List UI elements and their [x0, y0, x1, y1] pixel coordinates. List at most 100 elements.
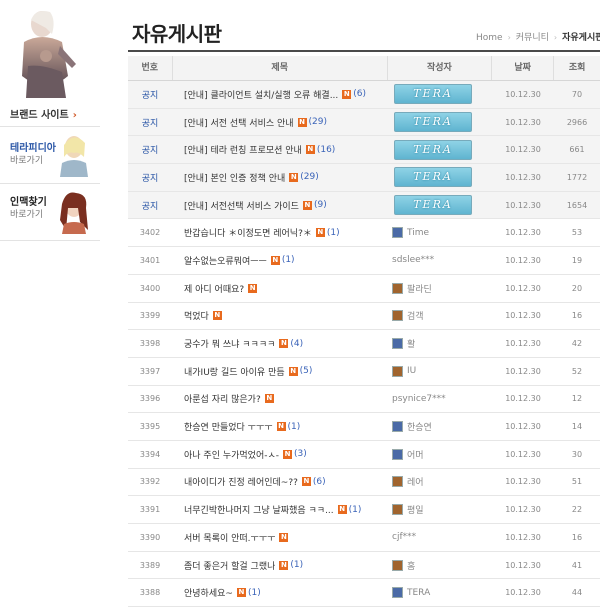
author-name[interactable]: cjf*** [392, 532, 416, 542]
post-author[interactable]: psynice7*** [388, 394, 492, 404]
post-title-link[interactable]: [안내] 클라이언트 설치/실행 오류 해결... [184, 88, 338, 101]
table-row[interactable]: 3391 너무긴박한나머지 그냥 날짜했음 ㅋㅋ... N (1) 평일 10.12.30… [128, 496, 600, 524]
author-name[interactable]: Time [407, 228, 429, 238]
post-title-link[interactable]: 궁수가 뭐 쓰냐 ㅋㅋㅋㅋ [184, 337, 275, 350]
post-title-cell[interactable]: 내가IU랑 길드 아이유 만듬 N (5) [172, 365, 388, 378]
post-title-cell[interactable]: [안내] 클라이언트 설치/실행 오류 해결... N (6) [172, 88, 388, 101]
post-title-cell[interactable]: 좀더 좋은거 할걸 그랬나 N (1) [172, 559, 388, 572]
post-author[interactable]: IU [388, 365, 492, 377]
post-title-cell[interactable]: 궁수가 뭐 쓰냐 ㅋㅋㅋㅋ N (4) [172, 337, 388, 351]
table-row[interactable]: 3397 내가IU랑 길드 아이유 만듬 N (5) IU 10.12.30 52 [128, 358, 600, 386]
comment-count[interactable]: (29) [300, 172, 318, 182]
author-name[interactable]: 어머 [407, 448, 424, 461]
post-author[interactable]: Time [388, 227, 492, 239]
post-title-link[interactable]: 제 아디 어때요? [184, 282, 244, 295]
post-title-cell[interactable]: 알수없는오류뭐여ㅡㅡ N (1) [172, 254, 388, 267]
post-title-link[interactable]: 서버 목록이 안떠.ㅜㅜㅜ [184, 531, 275, 544]
author-name[interactable]: 한승연 [407, 420, 432, 433]
post-author[interactable]: 레어 [388, 475, 492, 488]
post-title-link[interactable]: 안녕하세요~ [184, 586, 233, 599]
post-title-link[interactable]: 내가IU랑 길드 아이유 만듬 [184, 365, 285, 378]
table-row[interactable]: 3392 내아이디가 진정 레어인데~?? N (6) 레어 10.12.30 51 [128, 469, 600, 497]
comment-count[interactable]: (6) [353, 89, 366, 99]
post-title-link[interactable]: 아나 주인 누가먹었어-ㅅ- [184, 448, 279, 461]
inmaek-box[interactable]: 인맥찾기 바로가기 [0, 184, 100, 241]
breadcrumb-community[interactable]: 커뮤니티 [516, 33, 549, 43]
post-title-cell[interactable]: 아나 주인 누가먹었어-ㅅ- N (3) [172, 448, 388, 461]
post-title-cell[interactable]: 아룬섭 자리 많은가? N [172, 392, 388, 405]
post-title-cell[interactable]: 내아이디가 진정 레어인데~?? N (6) [172, 475, 388, 489]
post-author[interactable]: 팔라딘 [388, 282, 492, 295]
notice-row[interactable]: 공지 [안내] 클라이언트 설치/실행 오류 해결... N (6) TERA 10.12… [128, 81, 600, 109]
post-author[interactable]: 한승연 [388, 420, 492, 433]
comment-count[interactable]: (5) [300, 366, 313, 376]
post-author[interactable]: cjf*** [388, 532, 492, 542]
post-title-link[interactable]: 아룬섭 자리 많은가? [184, 392, 261, 405]
post-title-link[interactable]: 먹었다 [184, 309, 209, 322]
table-row[interactable]: 3395 한승연 만들었다 ㅜㅜㅜ N (1) 한승연 10.12.30 14 [128, 413, 600, 441]
table-row[interactable]: 3396 아룬섭 자리 많은가? Npsynice7*** 10.12.30 12 [128, 386, 600, 414]
breadcrumb-home[interactable]: Home [476, 33, 503, 43]
author-name[interactable]: 평일 [407, 503, 424, 516]
post-title-link[interactable]: [안내] 서전 선택 서비스 안내 [184, 116, 294, 129]
post-title-link[interactable]: 좀더 좋은거 할걸 그랬나 [184, 559, 275, 572]
author-name[interactable]: 팔라딘 [407, 282, 432, 295]
brand-site-link[interactable]: 브랜드 사이트 › [10, 106, 77, 121]
author-name[interactable]: 레어 [407, 475, 424, 488]
post-title-cell[interactable]: [안내] 본인 인증 정책 안내 N (29) [172, 171, 388, 184]
post-title-link[interactable]: [안내] 서전선택 서비스 가이드 [184, 199, 299, 212]
author-name[interactable]: sdslee*** [392, 255, 434, 265]
comment-count[interactable]: (1) [349, 505, 362, 515]
table-row[interactable]: 3399 먹었다 N 검객 10.12.30 16 [128, 303, 600, 331]
author-name[interactable]: TERA [407, 588, 430, 598]
post-title-cell[interactable]: 한승연 만들었다 ㅜㅜㅜ N (1) [172, 420, 388, 434]
terapedia-box[interactable]: 테라피디아 바로가기 [0, 127, 100, 184]
post-author[interactable]: 홈 [388, 559, 492, 572]
post-title-link[interactable]: [안내] 본인 인증 정책 안내 [184, 171, 285, 184]
author-name[interactable]: 검객 [407, 309, 424, 322]
post-author[interactable]: 어머 [388, 448, 492, 461]
post-title-cell[interactable]: 먹었다 N [172, 309, 388, 322]
notice-row[interactable]: 공지 [안내] 서전선택 서비스 가이드 N (9) TERA 10.12.30 1654 [128, 191, 600, 220]
post-title-link[interactable]: 알수없는오류뭐여ㅡㅡ [184, 254, 267, 267]
post-author[interactable]: TERA [388, 112, 492, 133]
comment-count[interactable]: (9) [314, 200, 327, 210]
comment-count[interactable]: (1) [288, 422, 301, 432]
table-row[interactable]: 3400 제 아디 어때요? N 팔라딘 10.12.30 20 [128, 275, 600, 303]
post-author[interactable]: TERA [388, 167, 492, 188]
table-row[interactable]: 3398 궁수가 뭐 쓰냐 ㅋㅋㅋㅋ N (4) 활 10.12.30 42 [128, 330, 600, 358]
comment-count[interactable]: (3) [294, 449, 307, 459]
post-title-cell[interactable]: 너무긴박한나머지 그냥 날짜했음 ㅋㅋ... N (1) [172, 503, 388, 517]
table-row[interactable]: 3389 좀더 좋은거 할걸 그랬나 N (1) 홈 10.12.30 41 [128, 552, 600, 580]
terapedia-shortcut[interactable]: 바로가기 [10, 153, 43, 166]
post-author[interactable]: TERA [388, 139, 492, 160]
post-author[interactable]: 평일 [388, 503, 492, 516]
post-title-cell[interactable]: [안내] 서전선택 서비스 가이드 N (9) [172, 199, 388, 212]
comment-count[interactable]: (1) [290, 560, 303, 570]
table-row[interactable]: 3401 알수없는오류뭐여ㅡㅡ N (1) sdslee*** 10.12.30 19 [128, 247, 600, 275]
post-author[interactable]: 활 [388, 337, 492, 350]
comment-count[interactable]: (29) [309, 117, 327, 127]
post-title-link[interactable]: 한승연 만들었다 ㅜㅜㅜ [184, 420, 273, 433]
author-name[interactable]: psynice7*** [392, 394, 446, 404]
post-title-link[interactable]: [안내] 테라 런칭 프로모션 안내 [184, 143, 302, 156]
comment-count[interactable]: (4) [290, 339, 303, 349]
post-title-cell[interactable]: [안내] 서전 선택 서비스 안내 N (29) [172, 116, 388, 129]
notice-row[interactable]: 공지 [안내] 서전 선택 서비스 안내 N (29) TERA 10.12.30 2966 [128, 108, 600, 137]
post-author[interactable]: 검객 [388, 309, 492, 322]
post-title-link[interactable]: 너무긴박한나머지 그냥 날짜했음 ㅋㅋ... [184, 503, 334, 516]
inmaek-shortcut[interactable]: 바로가기 [10, 207, 43, 220]
author-name[interactable]: IU [407, 366, 416, 376]
comment-count[interactable]: (6) [313, 477, 326, 487]
notice-row[interactable]: 공지 [안내] 테라 런칭 프로모션 안내 N (16) TERA 10.12.30 661 [128, 136, 600, 165]
comment-count[interactable]: (1) [248, 588, 261, 598]
notice-row[interactable]: 공지 [안내] 본인 인증 정책 안내 N (29) TERA 10.12.30 1772 [128, 164, 600, 192]
comment-count[interactable]: (1) [327, 228, 340, 238]
post-title-cell[interactable]: 반갑습니다 ＊이정도면 레어닉?＊ N (1) [172, 226, 388, 240]
post-title-cell[interactable]: [안내] 테라 런칭 프로모션 안내 N (16) [172, 143, 388, 157]
comment-count[interactable]: (16) [317, 145, 335, 155]
post-title-cell[interactable]: 서버 목록이 안떠.ㅜㅜㅜ N [172, 531, 388, 544]
author-name[interactable]: 홈 [407, 559, 415, 572]
table-row[interactable]: 3402 반갑습니다 ＊이정도면 레어닉?＊ N (1) Time 10.12.30 53 [128, 219, 600, 248]
table-row[interactable]: 3388 안녕하세요~ N (1) TERA 10.12.30 44 [128, 579, 600, 607]
